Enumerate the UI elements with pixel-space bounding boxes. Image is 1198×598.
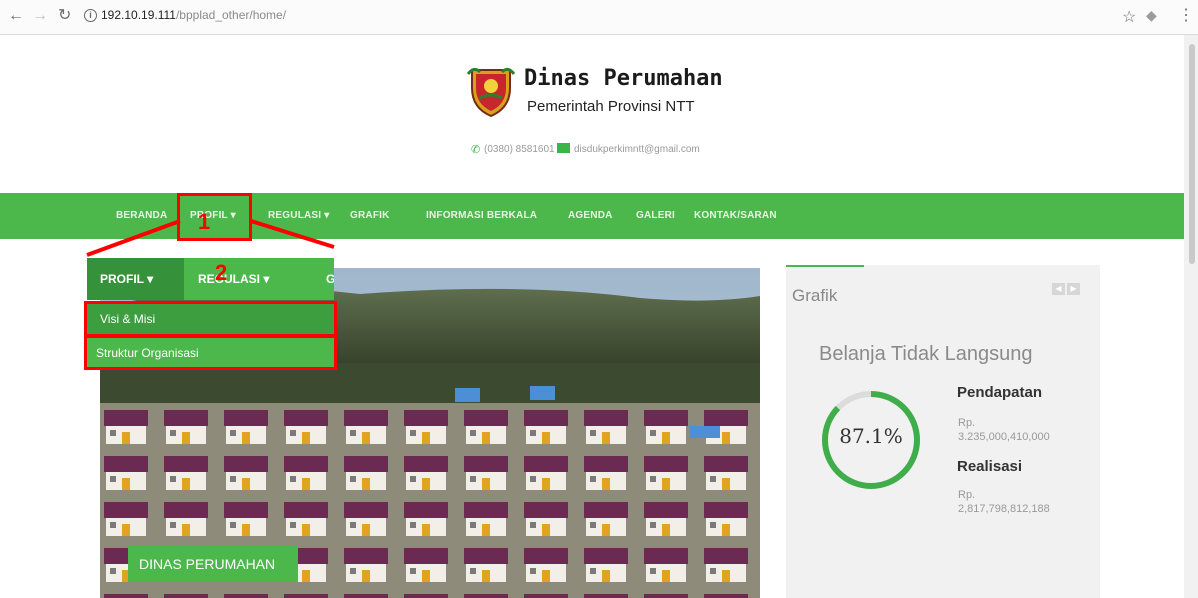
pendapatan-label: Pendapatan: [957, 384, 1043, 401]
callout-number-1: 1: [198, 209, 211, 234]
realisasi-currency: Rp.: [958, 489, 976, 501]
chevron-right-icon[interactable]: ▶: [1067, 283, 1080, 295]
widget-accent-bar: [786, 265, 864, 267]
donut-percent-label: 87.1%: [839, 424, 903, 448]
widget-title: Grafik: [792, 286, 838, 305]
callout-box-profil: [177, 193, 252, 241]
pendapatan-currency: Rp.: [958, 417, 976, 429]
chart-title: Belanja Tidak Langsung: [819, 343, 1033, 365]
callout-box-visi-misi: [84, 301, 337, 337]
realisasi-label: Realisasi: [957, 458, 1023, 475]
callout-box-struktur-organisasi: [84, 335, 337, 370]
pendapatan-value: 3.235,000,410,000: [958, 431, 1050, 443]
chevron-left-icon[interactable]: ◀: [1052, 283, 1065, 295]
callout-number-2: 2: [215, 260, 228, 285]
realisasi-value: 2,817,798,812,188: [958, 503, 1050, 515]
